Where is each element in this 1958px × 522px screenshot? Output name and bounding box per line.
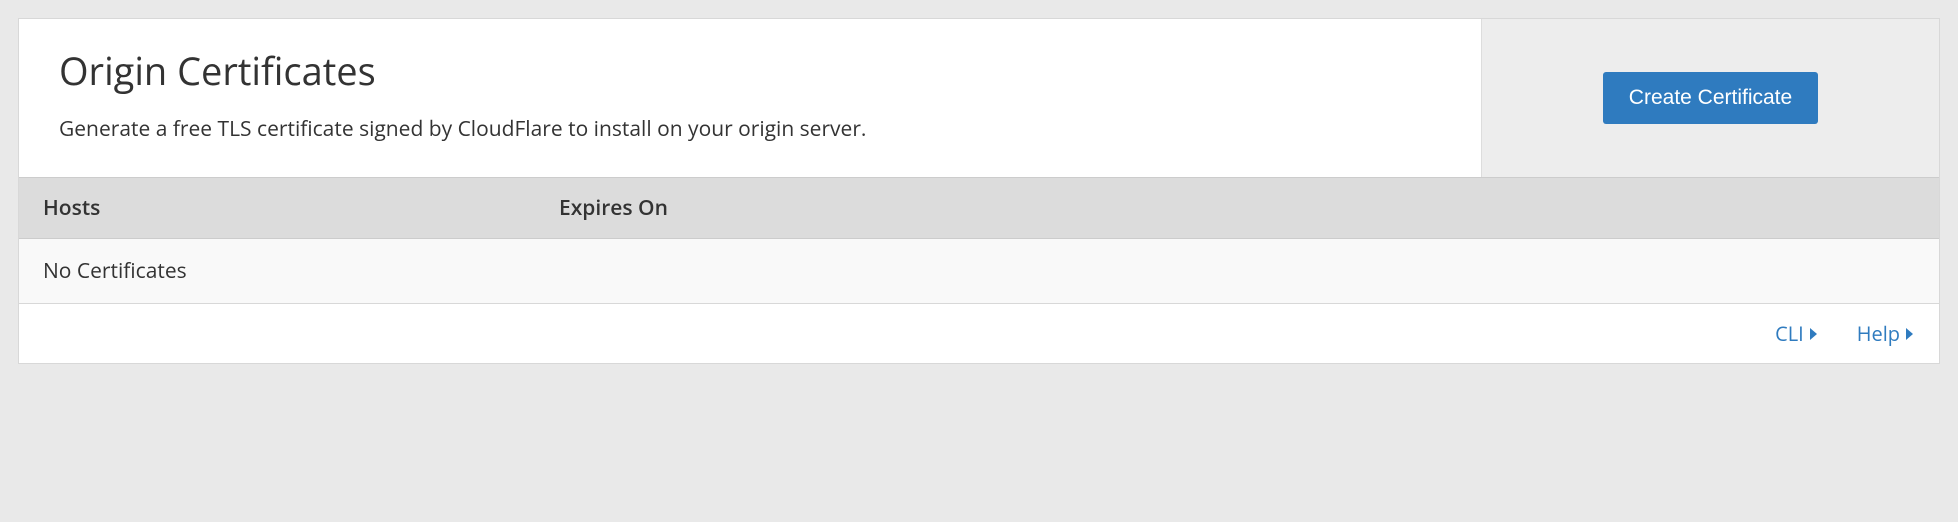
create-certificate-button[interactable]: Create Certificate (1603, 72, 1818, 124)
card-subtitle: Generate a free TLS certificate signed b… (59, 115, 1441, 143)
card-footer: CLI Help (19, 304, 1939, 363)
help-link[interactable]: Help (1857, 320, 1913, 347)
certificates-table-body: No Certificates (19, 239, 1939, 304)
origin-certificates-card: Origin Certificates Generate a free TLS … (18, 18, 1940, 364)
cli-link-label: CLI (1775, 320, 1804, 347)
card-header: Origin Certificates Generate a free TLS … (19, 19, 1939, 177)
caret-right-icon (1906, 328, 1913, 340)
help-link-label: Help (1857, 320, 1900, 347)
card-header-action: Create Certificate (1481, 19, 1939, 177)
card-title: Origin Certificates (59, 45, 1441, 97)
column-header-hosts: Hosts (19, 194, 539, 222)
caret-right-icon (1810, 328, 1817, 340)
certificates-table-header: Hosts Expires On (19, 177, 1939, 239)
empty-state-text: No Certificates (43, 257, 187, 285)
cli-link[interactable]: CLI (1775, 320, 1817, 347)
column-header-expires: Expires On (539, 194, 1939, 222)
card-header-text: Origin Certificates Generate a free TLS … (19, 19, 1481, 177)
